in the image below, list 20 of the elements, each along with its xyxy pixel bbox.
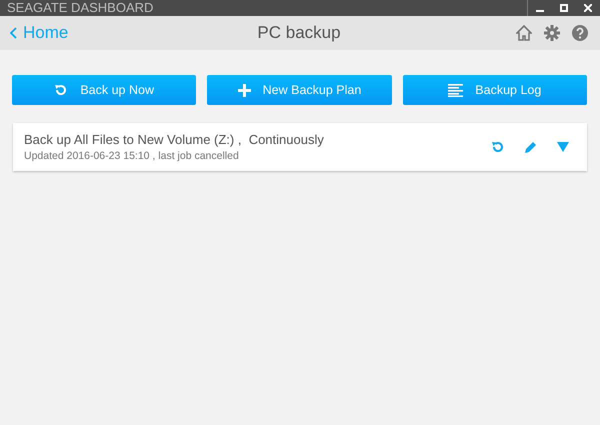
pencil-icon[interactable]	[525, 141, 537, 153]
dropdown-icon[interactable]	[557, 142, 569, 152]
home-icon[interactable]	[516, 25, 532, 41]
plus-icon	[238, 84, 251, 96]
close-icon[interactable]	[584, 4, 592, 12]
page-title: PC backup	[257, 23, 341, 43]
refresh-icon[interactable]	[491, 140, 505, 154]
chevron-icon	[10, 27, 17, 39]
back-button[interactable]: Home	[10, 23, 68, 43]
window-title: SEAGATE DASHBOARD	[7, 0, 154, 16]
action-button[interactable]: Backup Log	[402, 75, 587, 105]
refresh-icon	[54, 83, 68, 97]
plan-title: Back up All Files to New Volume (Z:) , Continuously	[24, 132, 325, 147]
settings-icon[interactable]	[544, 25, 560, 41]
plan-status: Updated 2016-06-23 15:10 , last job cancelled	[24, 150, 240, 162]
list-icon	[448, 84, 464, 96]
action-button[interactable]: New Backup Plan	[207, 75, 392, 105]
help-icon[interactable]	[572, 25, 588, 41]
action-button[interactable]: Back up Now	[12, 75, 196, 105]
maximize-icon[interactable]	[560, 4, 568, 12]
